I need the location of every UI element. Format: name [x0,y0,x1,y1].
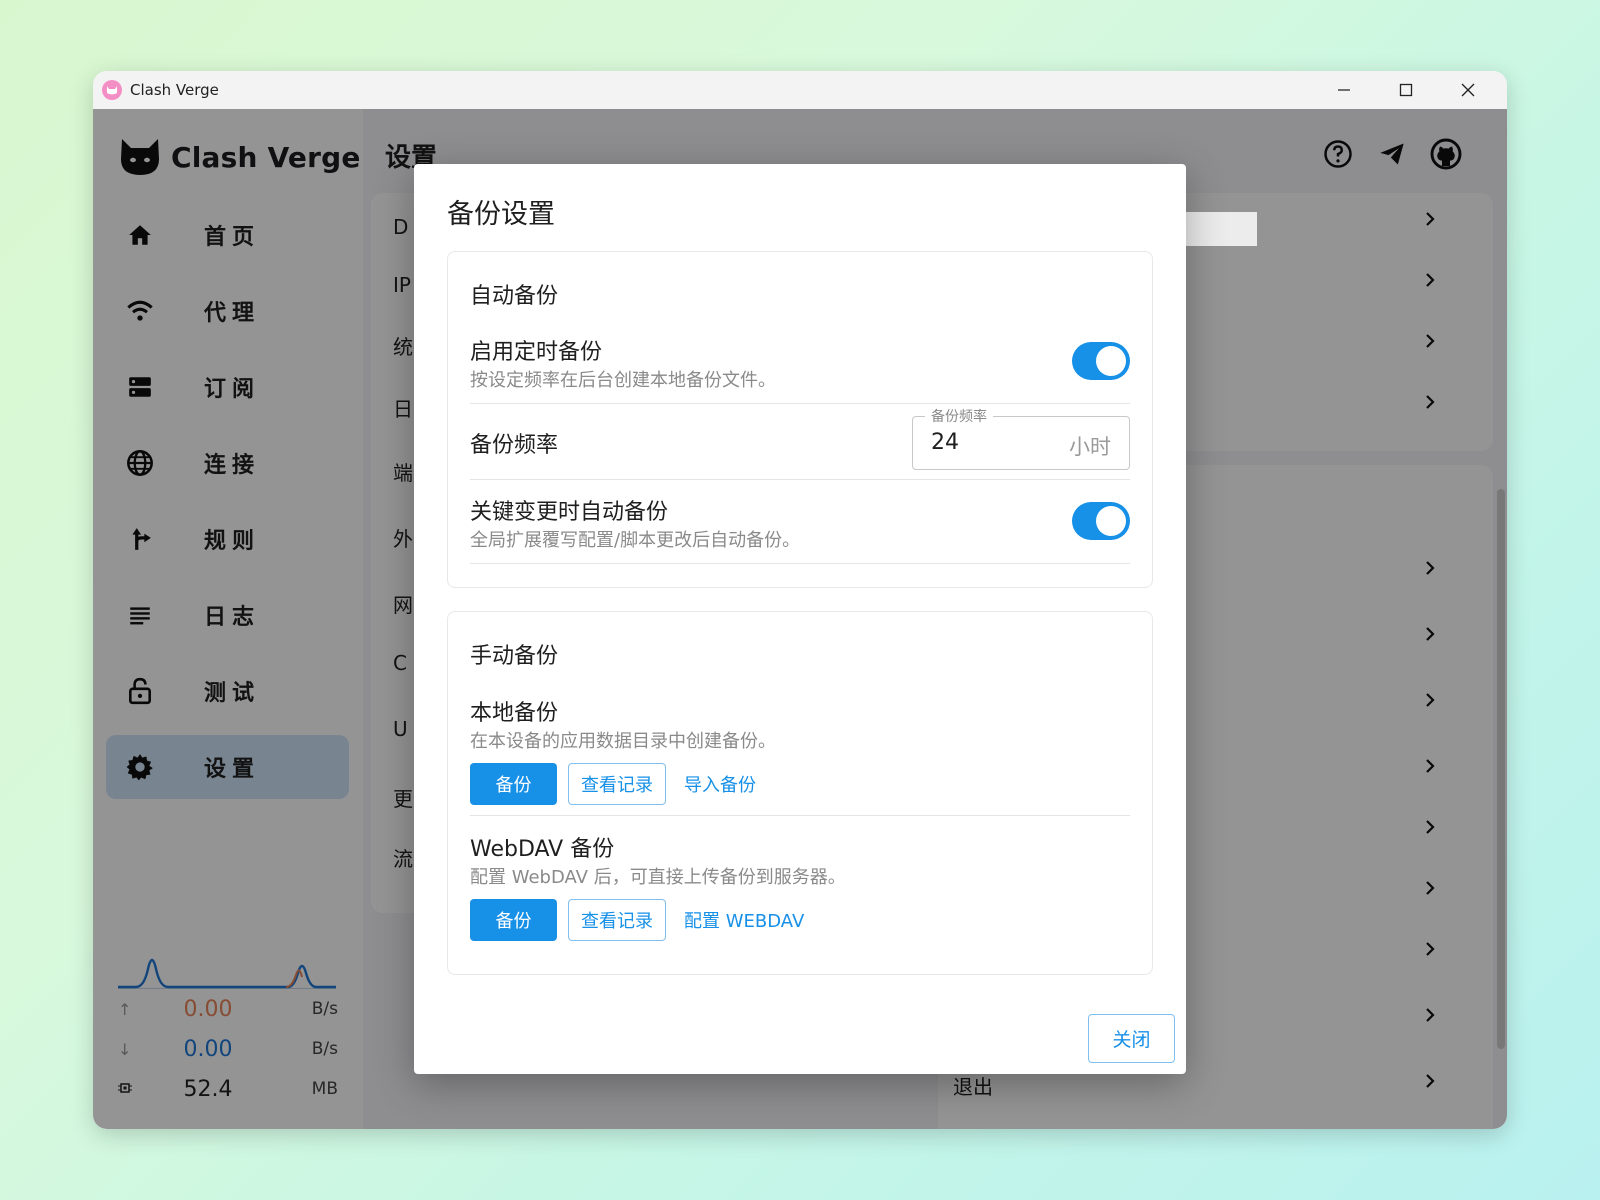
window-title: Clash Verge [130,81,219,99]
webdav-backup-button[interactable]: 备份 [470,899,557,941]
title-bar: Clash Verge [93,71,1507,109]
section-title: 自动备份 [470,284,559,309]
local-backup-button[interactable]: 备份 [470,763,557,805]
toggle-knob [1096,346,1126,376]
change-backup-title: 关键变更时自动备份 [470,500,669,525]
local-backup-title: 本地备份 [470,701,559,726]
backup-frequency-unit: 小时 [1069,435,1111,459]
scheduled-backup-toggle[interactable] [1072,342,1130,380]
close-dialog-button[interactable]: 关闭 [1088,1014,1175,1063]
webdav-backup-actions: 备份 查看记录 配置 WEBDAV [470,899,804,941]
webdav-backup-title: WebDAV 备份 [470,837,615,862]
webdav-backup-desc: 配置 WebDAV 后，可直接上传备份到服务器。 [470,867,846,888]
scheduled-backup-title: 启用定时备份 [470,340,603,365]
app-icon [102,80,122,100]
dialog-title: 备份设置 [447,199,555,230]
local-backup-desc: 在本设备的应用数据目录中创建备份。 [470,731,776,752]
backup-frequency-input[interactable] [931,430,1031,455]
configure-webdav-button[interactable]: 配置 WEBDAV [684,907,804,933]
manual-backup-section: 手动备份 本地备份 在本设备的应用数据目录中创建备份。 备份 查看记录 导入备份… [447,611,1153,975]
change-backup-toggle[interactable] [1072,502,1130,540]
section-title: 手动备份 [470,644,559,669]
toggle-knob [1096,506,1126,536]
local-backup-actions: 备份 查看记录 导入备份 [470,763,756,805]
background-artifact [1183,212,1257,246]
import-backup-button[interactable]: 导入备份 [684,771,756,797]
backup-frequency-legend: 备份频率 [925,406,993,426]
maximize-button[interactable] [1375,71,1437,109]
close-window-button[interactable] [1437,71,1499,109]
divider [470,563,1130,564]
local-history-button[interactable]: 查看记录 [568,763,666,805]
backup-frequency-field[interactable]: 备份频率 小时 [912,406,1130,470]
change-backup-desc: 全局扩展覆写配置/脚本更改后自动备份。 [470,530,801,551]
divider [470,403,1130,404]
webdav-history-button[interactable]: 查看记录 [568,899,666,941]
backup-frequency-title: 备份频率 [470,433,559,458]
minimize-button[interactable] [1313,71,1375,109]
scheduled-backup-desc: 按设定频率在后台创建本地备份文件。 [470,370,776,391]
divider [470,815,1130,816]
divider [470,479,1130,480]
backup-settings-dialog: 备份设置 自动备份 启用定时备份 按设定频率在后台创建本地备份文件。 备份频率 … [414,164,1186,1074]
auto-backup-section: 自动备份 启用定时备份 按设定频率在后台创建本地备份文件。 备份频率 备份频率 … [447,251,1153,588]
